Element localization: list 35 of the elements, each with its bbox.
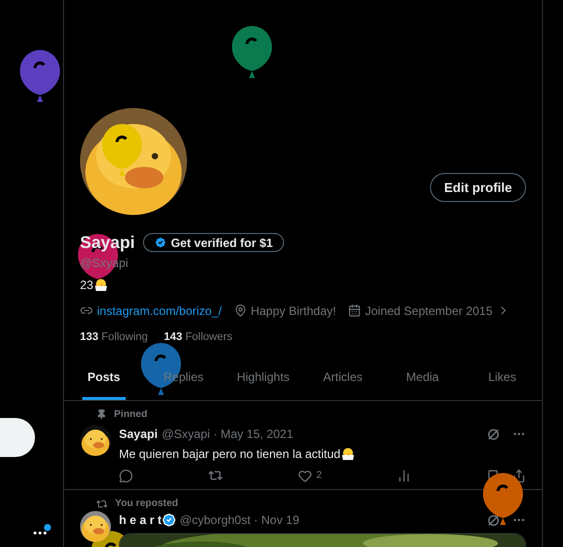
profile-link[interactable]: instagram.com/borizo_/ (97, 302, 222, 320)
post-button[interactable] (0, 418, 35, 457)
reply-icon (119, 468, 133, 482)
like-count: 2 (316, 469, 322, 483)
like-icon (298, 468, 312, 482)
edit-profile-button[interactable]: Edit profile (430, 173, 526, 202)
repost-icon (208, 468, 224, 483)
repost-icon (96, 498, 108, 510)
post-context: You reposted (115, 497, 178, 511)
more-icon[interactable] (33, 531, 47, 535)
verified-icon (154, 236, 167, 250)
following-link[interactable]: 133 Following (80, 328, 148, 345)
post-context: Pinned (114, 408, 148, 422)
profile-tab[interactable]: Posts (64, 354, 144, 400)
profile-bio: 23 (80, 276, 94, 294)
profile-tab[interactable]: Highlights (223, 354, 304, 400)
profile-tab[interactable]: Articles (303, 354, 383, 400)
post-meta: @Sxyapi · May 15, 2021 (162, 426, 294, 443)
get-verified-button[interactable]: Get verified for $1 (142, 233, 284, 252)
author-name[interactable]: Sayapi (119, 425, 158, 443)
pin-icon (96, 409, 107, 420)
profile-tab[interactable]: Media (382, 354, 462, 400)
slashed-circle-icon[interactable] (487, 514, 500, 526)
slashed-circle-icon[interactable] (487, 428, 500, 440)
joined-date: Joined September 2015 (365, 302, 493, 320)
post-text: Me quieren bajar pero no tienen la actitud (119, 446, 340, 463)
profile-tab[interactable]: Likes (462, 354, 542, 400)
birthday-text: Happy Birthday! (250, 302, 336, 320)
author-name[interactable]: h e a r t (119, 511, 162, 529)
chick-icon (93, 276, 110, 292)
views-icon (396, 468, 411, 482)
chick-icon (340, 446, 356, 462)
followers-link[interactable]: 143 Followers (164, 328, 232, 345)
calendar-icon (348, 304, 362, 317)
post-meta: @cyborgh0st · Nov 19 (180, 512, 300, 529)
